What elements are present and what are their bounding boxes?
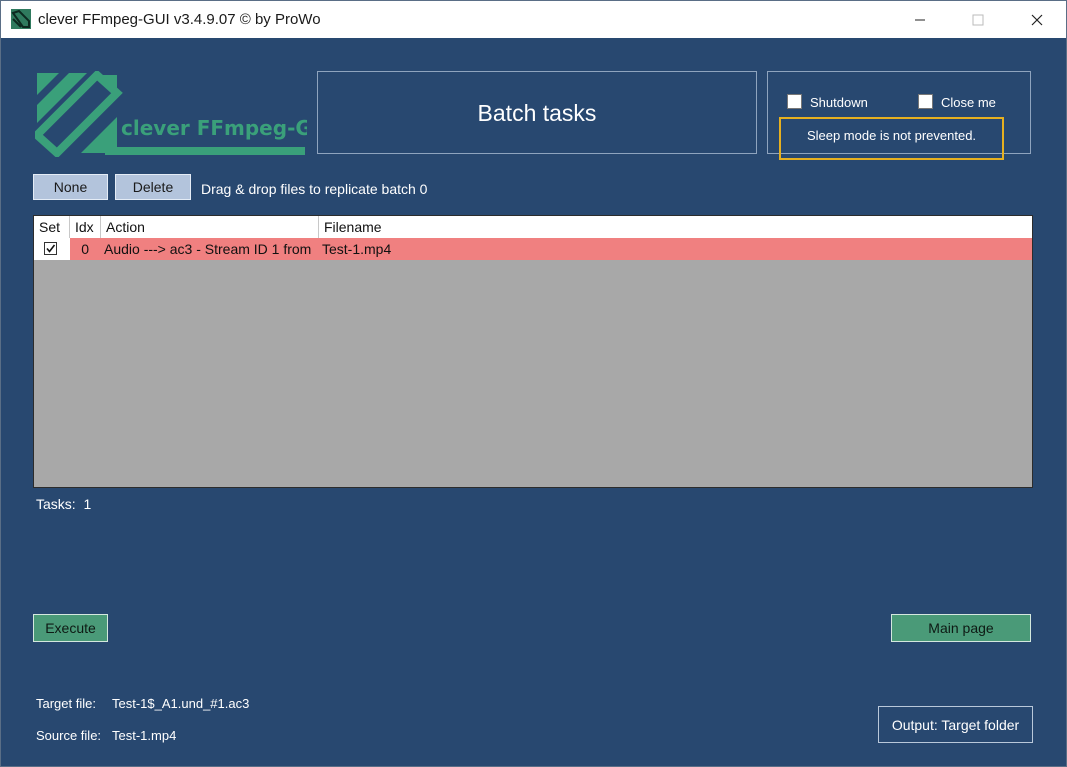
logo-text: clever FFmpeg-GUI <box>121 116 307 140</box>
delete-button[interactable]: Delete <box>115 174 191 200</box>
column-header-idx[interactable]: Idx <box>70 216 101 238</box>
tasks-count: Tasks: 1 <box>36 496 91 512</box>
tasks-label: Tasks: <box>36 496 76 512</box>
row-filename: Test-1.mp4 <box>322 241 392 257</box>
table-row[interactable]: 0 Audio ---> ac3 - Stream ID 1 from Test… <box>34 238 1032 260</box>
maximize-button[interactable] <box>955 1 1001 38</box>
maximize-icon <box>972 14 984 25</box>
none-button[interactable]: None <box>33 174 108 200</box>
minimize-button[interactable] <box>897 1 943 38</box>
tasks-value: 1 <box>83 496 92 512</box>
shutdown-checkbox[interactable] <box>787 94 802 109</box>
main-page-button[interactable]: Main page <box>891 614 1031 642</box>
checkmark-icon <box>46 244 56 253</box>
close-me-label: Close me <box>941 95 996 110</box>
close-me-checkbox[interactable] <box>918 94 933 109</box>
sleep-status-box: Sleep mode is not prevented. <box>779 117 1004 160</box>
row-action: Audio ---> ac3 - Stream ID 1 from <box>104 241 312 257</box>
column-header-set[interactable]: Set <box>34 216 70 238</box>
title-bar: clever FFmpeg-GUI v3.4.9.07 © by ProWo <box>1 1 1066 38</box>
execute-button[interactable]: Execute <box>33 614 108 642</box>
sleep-status-text: Sleep mode is not prevented. <box>806 128 977 143</box>
row-set-cell[interactable] <box>34 238 70 260</box>
batch-table[interactable]: Set Idx Action Filename 0 Audio ---> ac3… <box>33 215 1033 488</box>
column-header-filename[interactable]: Filename <box>319 216 1032 238</box>
minimize-icon <box>915 19 925 20</box>
output-target-folder-button[interactable]: Output: Target folder <box>878 706 1033 743</box>
row-idx: 0 <box>81 241 89 257</box>
source-file-value: Test-1.mp4 <box>112 728 177 743</box>
drag-drop-hint: Drag & drop files to replicate batch 0 <box>201 181 428 197</box>
target-file-value: Test-1$_A1.und_#1.ac3 <box>112 696 250 711</box>
app-icon <box>11 9 31 29</box>
close-icon <box>1031 14 1043 25</box>
page-title: Batch tasks <box>477 100 597 126</box>
row-checkbox[interactable] <box>44 242 57 255</box>
source-file-label: Source file: <box>36 728 102 743</box>
batch-title-panel: Batch tasks <box>317 71 757 154</box>
close-button[interactable] <box>1014 1 1060 38</box>
table-header: Set Idx Action Filename <box>34 216 1032 239</box>
shutdown-label: Shutdown <box>810 95 868 110</box>
app-logo: clever FFmpeg-GUI <box>35 71 307 157</box>
app-window: clever FFmpeg-GUI v3.4.9.07 © by ProWo c… <box>0 0 1067 767</box>
target-file-label: Target file: <box>36 696 96 711</box>
column-header-action[interactable]: Action <box>101 216 319 238</box>
window-title: clever FFmpeg-GUI v3.4.9.07 © by ProWo <box>38 11 321 28</box>
